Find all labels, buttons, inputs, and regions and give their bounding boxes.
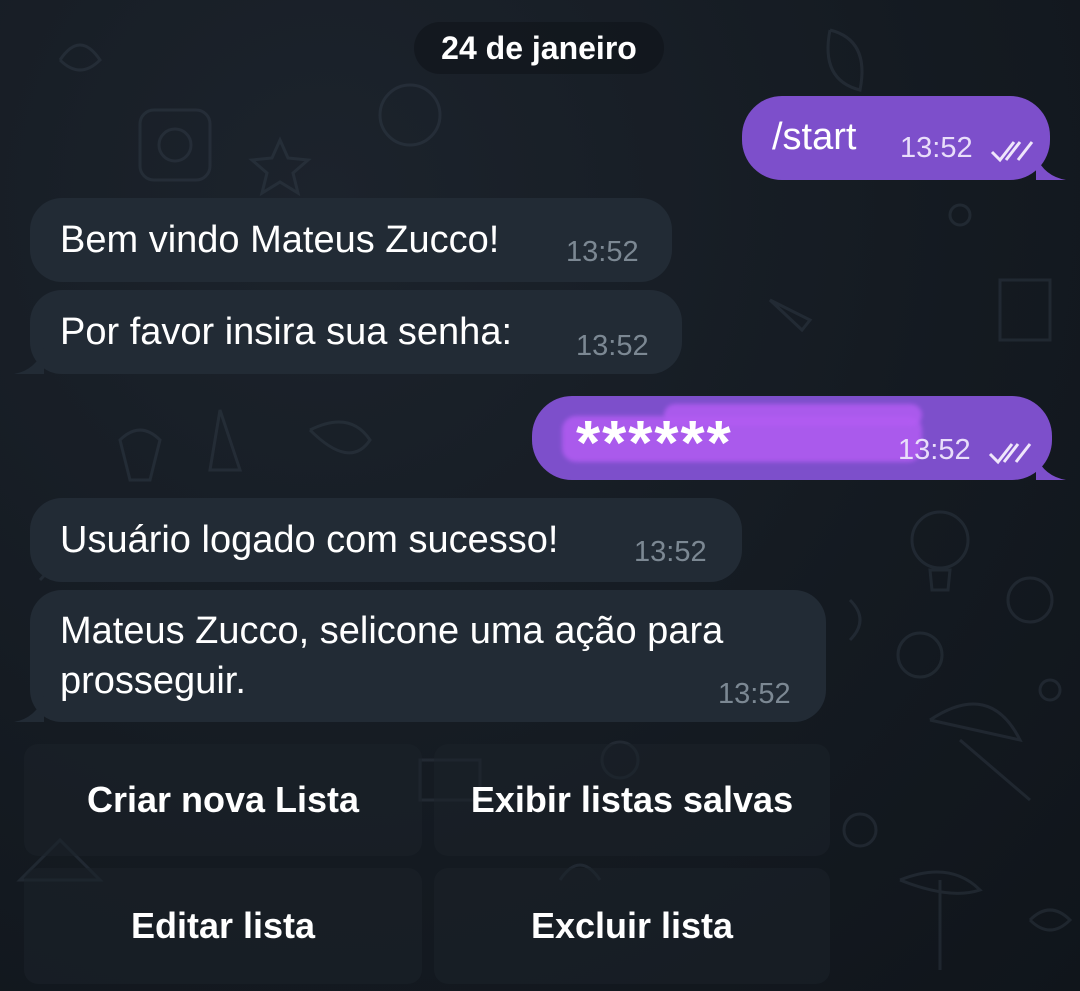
message-time: 13:52 [576,330,649,362]
bubble-tail [14,696,44,722]
button-label: Exibir listas salvas [470,779,794,820]
date-separator: 24 de janeiro [414,22,664,74]
message-time: 13:52 [900,132,973,164]
bubble-tail [1036,156,1066,180]
message-incoming[interactable]: Usuário logado com sucesso! 13:52 [30,498,742,582]
message-text: Bem vindo Mateus Zucco! [60,219,500,261]
message-incoming[interactable]: Mateus Zucco, selicone uma ação para pro… [30,590,826,722]
message-text: ****** [576,409,733,478]
message-text: /start [772,116,857,158]
bubble-tail [1036,456,1066,480]
bubble-tail [14,348,44,374]
message-text-line1: Mateus Zucco, selicone uma ação para [60,610,724,652]
date-separator-label: 24 de janeiro [441,29,637,66]
message-text-line2: prosseguir. [60,660,246,702]
message-time: 13:52 [898,434,971,466]
message-text: Por favor insira sua senha: [60,311,513,353]
button-label: Excluir lista [530,905,734,946]
message-incoming[interactable]: Bem vindo Mateus Zucco! 13:52 [30,198,672,282]
double-check-icon [988,443,1032,465]
message-incoming[interactable]: Por favor insira sua senha: 13:52 [30,290,682,374]
message-time: 13:52 [634,536,707,568]
message-outgoing[interactable]: ****** 13:52 [532,396,1052,480]
chat-view[interactable]: 24 de janeiro /start 13:52 Bem vindo Mat… [0,0,1080,991]
exibir-listas-salvas-button[interactable]: Exibir listas salvas [434,744,830,856]
button-label: Editar lista [130,905,316,946]
excluir-lista-button[interactable]: Excluir lista [434,868,830,984]
double-check-icon [990,141,1034,163]
message-outgoing[interactable]: /start 13:52 [742,96,1050,180]
message-time: 13:52 [718,678,791,710]
message-text: Usuário logado com sucesso! [60,519,559,561]
editar-lista-button[interactable]: Editar lista [24,868,422,984]
button-label: Criar nova Lista [86,779,360,820]
message-time: 13:52 [566,236,639,268]
criar-nova-lista-button[interactable]: Criar nova Lista [24,744,422,856]
